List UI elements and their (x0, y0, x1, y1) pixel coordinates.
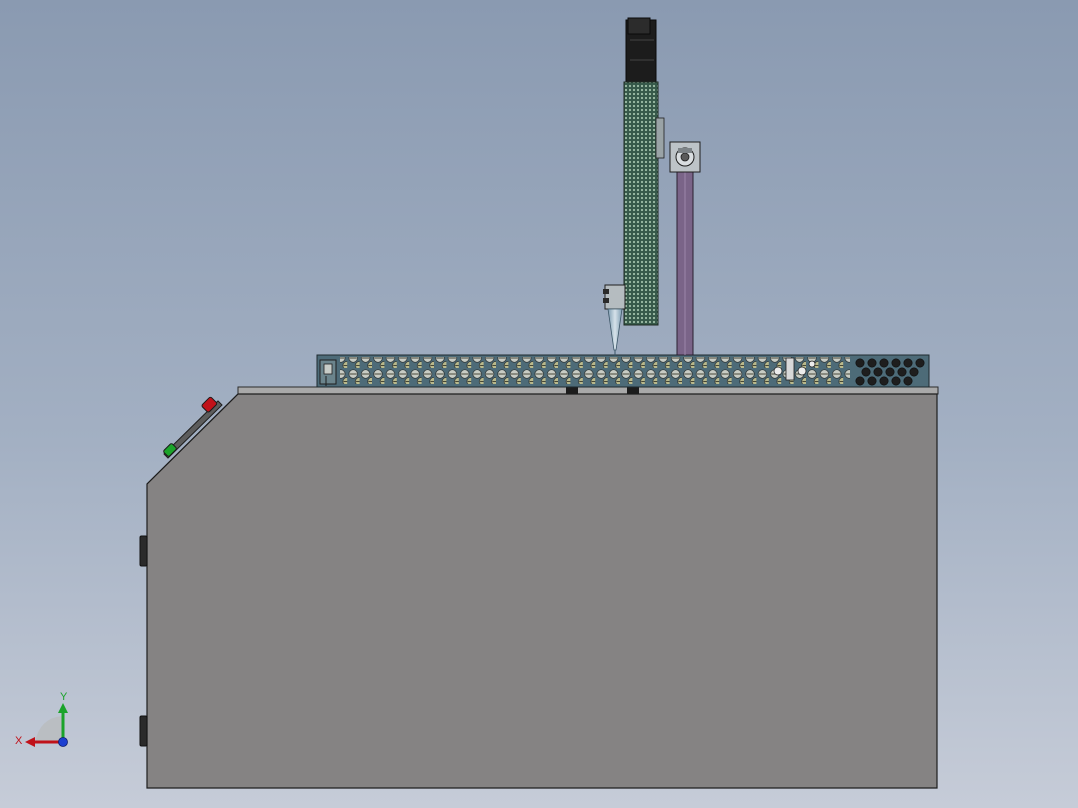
cabinet[interactable] (139, 386, 939, 789)
nozzle-clamp[interactable] (604, 284, 626, 310)
dispense-nozzle[interactable] (607, 308, 623, 351)
triad-x-arrow (25, 737, 35, 747)
work-plate-perforations (340, 357, 850, 385)
plate-mount-foot-2 (627, 387, 639, 394)
linear-actuator[interactable] (603, 17, 665, 356)
support-post[interactable] (669, 141, 701, 356)
triad-y-label: Y (60, 691, 68, 703)
cad-graphics-viewport[interactable]: Y X (0, 0, 1078, 808)
cabinet-body[interactable] (146, 393, 938, 789)
plate-left-clamp[interactable] (319, 359, 337, 386)
side-latch-lower[interactable] (139, 715, 148, 747)
triad-x-label: X (15, 735, 23, 747)
work-plate[interactable] (316, 354, 930, 388)
actuator-rail[interactable] (623, 81, 659, 326)
triad-z-axis (58, 737, 68, 747)
side-latch-upper[interactable] (139, 535, 148, 567)
orientation-triad: Y X (15, 691, 68, 747)
triad-plane (35, 716, 62, 742)
triad-y-arrow (58, 703, 68, 713)
plate-mount-foot-1 (566, 387, 578, 394)
actuator-side-block (655, 117, 665, 159)
cabinet-top-lip (237, 386, 939, 395)
